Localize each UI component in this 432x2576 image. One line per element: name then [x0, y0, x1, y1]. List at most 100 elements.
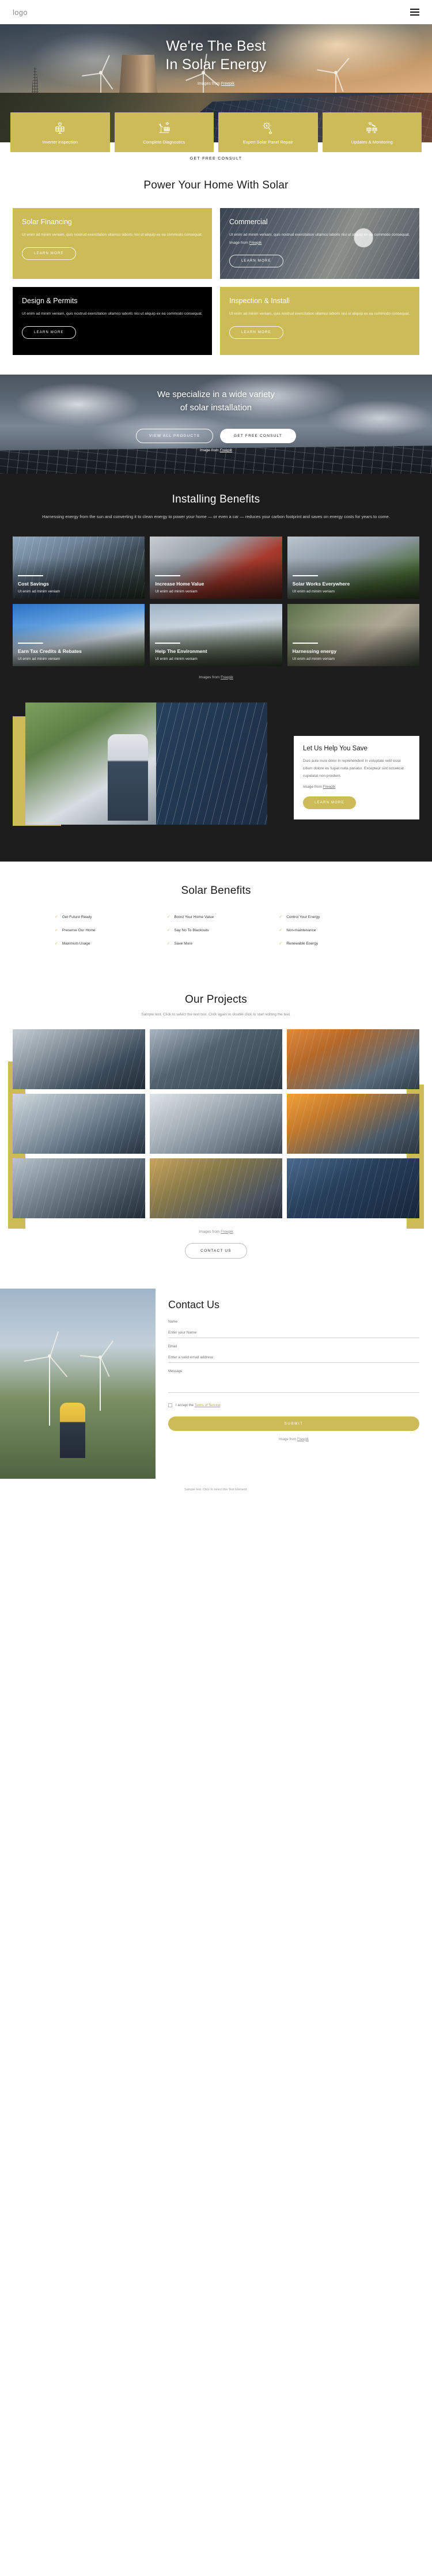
specialize-title: We specialize in a wide variety of solar… [0, 388, 432, 414]
sun-rays-panels-icon [326, 120, 419, 135]
name-input[interactable] [168, 1328, 419, 1338]
power-card-credit-link[interactable]: Freepik [249, 241, 262, 245]
save-credit-link[interactable]: Freepik [323, 785, 336, 789]
email-input[interactable] [168, 1353, 419, 1363]
benefit-tile-subtitle: Ut enim ad minim veniam [155, 589, 198, 594]
power-card-body: Ut enim ad minim veniam, quis nostrud ex… [229, 312, 410, 316]
power-card-body: Ut enim ad minim veniam, quis nostrud ex… [22, 312, 203, 316]
technician-figure [60, 1402, 85, 1458]
hero-title-line-1: We're The Best [166, 38, 266, 54]
project-thumbnail[interactable] [287, 1093, 419, 1154]
hero-credit-prefix: Images from [197, 82, 221, 86]
power-card-title: Solar Financing [22, 218, 72, 226]
project-thumbnail[interactable] [150, 1093, 282, 1154]
benefit-tile-title: Increase Home Value [155, 580, 204, 587]
service-card-expert-solar-panel-repair[interactable]: Expert Solar Panel Repair [218, 112, 318, 152]
project-thumbnail[interactable] [13, 1093, 145, 1154]
power-section-title: Power Your Home With Solar [143, 179, 289, 191]
consent-prefix: I accept the [176, 1403, 195, 1407]
benefit-tile-solar-works-everywhere[interactable]: Solar Works Everywhere Ut enim ad minim … [287, 536, 419, 599]
benefits-credit-link[interactable]: Freepik [221, 675, 233, 679]
contact-image-credit: Image from Freepik [168, 1438, 419, 1441]
specialize-credit-link[interactable]: Freepik [220, 448, 233, 452]
message-input[interactable] [168, 1375, 419, 1393]
contact-credit-link[interactable]: Freepik [297, 1438, 309, 1441]
check-icon: ✓ [279, 928, 283, 932]
contact-us-button[interactable]: CONTACT US [185, 1242, 247, 1259]
benefit-tile-increase-home-value[interactable]: Increase Home Value Ut enim ad minim ven… [150, 536, 282, 599]
service-card-complete-diagnostics[interactable]: Complete Diagnostics [114, 112, 214, 152]
benefit-tile-subtitle: Ut enim ad minim veniam [292, 656, 335, 661]
wind-turbine-icon [80, 1340, 114, 1411]
learn-more-button[interactable]: LEARN MORE [229, 255, 283, 268]
contact-section: Contact Us Name Email Message I accept t… [0, 1288, 432, 1479]
check-icon: ✓ [166, 928, 170, 932]
get-free-consult-button[interactable]: GET FREE CONSULT [220, 429, 297, 444]
service-card-label: Complete Diagnostics [143, 139, 185, 145]
benefit-tile-title: Solar Works Everywhere [292, 580, 350, 587]
list-item: ✓ Non-maintenance [279, 926, 377, 935]
list-item-label: Boost Your Home Value [174, 915, 214, 919]
power-card-commercial[interactable]: Commercial Ut enim ad minim veniam, quis… [220, 208, 419, 279]
service-card-inverter-inspection[interactable]: Inverter inspection [10, 112, 110, 152]
save-section: Let Us Help You Save Duis aute irure dol… [0, 702, 432, 862]
list-item: ✓ Boost Your Home Value [167, 912, 266, 922]
list-item-label: Control Your Energy [286, 915, 320, 919]
benefit-tile-earn-tax-credits-rebates[interactable]: Earn Tax Credits & Rebates Ut enim ad mi… [13, 603, 145, 666]
terms-checkbox[interactable] [168, 1403, 172, 1407]
project-thumbnail[interactable] [287, 1029, 419, 1089]
hero-image-credit: Images from Freepik [0, 82, 432, 86]
benefits-image-credit: Images from Freepik [13, 675, 419, 679]
power-card-body: Ut enim ad minim veniam, quis nostrud ex… [22, 233, 203, 237]
message-field-group: Message [168, 1370, 419, 1396]
divider [18, 575, 43, 576]
submit-button[interactable]: SUBMIT [168, 1416, 419, 1431]
learn-more-button[interactable]: LEARN MORE [22, 326, 76, 339]
hero-credit-link[interactable]: Freepik [221, 82, 234, 86]
save-section-image [25, 702, 267, 825]
hamburger-icon[interactable] [410, 9, 419, 16]
learn-more-button[interactable]: LEARN MORE [229, 326, 283, 339]
list-item-label: Get Future Ready [62, 915, 92, 919]
specialize-title-line-2: of solar installation [180, 402, 252, 413]
check-icon: ✓ [166, 941, 170, 946]
view-all-products-button[interactable]: VIEW ALL PRODUCTS [135, 429, 214, 444]
power-card-solar-financing[interactable]: Solar Financing Ut enim ad minim veniam,… [13, 208, 212, 279]
benefit-tile-cost-savings[interactable]: Cost Savings Ut enim ad minim veniam [13, 536, 145, 599]
specialize-buttons: VIEW ALL PRODUCTS GET FREE CONSULT [0, 429, 432, 444]
learn-more-button[interactable]: LEARN MORE [22, 247, 76, 260]
benefit-tile-title: Cost Savings [18, 580, 49, 587]
benefit-tile-subtitle: Ut enim ad minim veniam [155, 656, 198, 661]
project-thumbnail[interactable] [150, 1158, 282, 1218]
projects-credit-link[interactable]: Freepik [221, 1230, 233, 1234]
solar-panel-sun-icon [14, 120, 107, 135]
check-icon: ✓ [166, 915, 170, 919]
list-item: ✓ Save More [167, 939, 266, 949]
service-card-updates-monitoring[interactable]: Updates & Monitoring [322, 112, 422, 152]
list-item: ✓ Preserve Our Home [55, 926, 153, 935]
benefit-tile-subtitle: Ut enim ad minim veniam [18, 589, 60, 594]
check-icon: ✓ [279, 915, 283, 919]
save-learn-more-button[interactable]: LEARN MORE [303, 796, 356, 810]
divider [292, 643, 318, 644]
service-card-label: Updates & Monitoring [351, 139, 393, 145]
terms-of-service-link[interactable]: Terms of Service [195, 1404, 221, 1407]
benefits-section: Installing Benefits Harnessing energy fr… [0, 474, 432, 702]
benefit-tile-harnessing-energy[interactable]: Harnessing energy Ut enim ad minim venia… [287, 603, 419, 666]
power-card-inspection-install[interactable]: Inspection & Install Ut enim ad minim ve… [220, 287, 419, 356]
project-thumbnail[interactable] [287, 1158, 419, 1218]
benefit-tile-help-the-environment[interactable]: Help The Environment Ut enim ad minim ve… [150, 603, 282, 666]
power-card-design-permits[interactable]: Design & Permits Ut enim ad minim veniam… [13, 287, 212, 356]
project-thumbnail[interactable] [150, 1029, 282, 1089]
list-item: ✓ Get Future Ready [55, 912, 153, 922]
site-logo[interactable]: logo [13, 8, 28, 17]
wind-turbine-panel-icon [118, 120, 211, 135]
project-thumbnail[interactable] [13, 1158, 145, 1218]
list-item: ✓ Control Your Energy [279, 912, 377, 922]
save-card: Let Us Help You Save Duis aute irure dol… [294, 735, 419, 820]
benefits-credit-prefix: Images from [199, 675, 221, 679]
hero-get-free-consult-button[interactable]: GET FREE CONSULT [174, 152, 258, 165]
benefit-tile-title: Help The Environment [155, 648, 207, 654]
project-thumbnail[interactable] [13, 1029, 145, 1089]
message-label: Message [168, 1369, 183, 1373]
